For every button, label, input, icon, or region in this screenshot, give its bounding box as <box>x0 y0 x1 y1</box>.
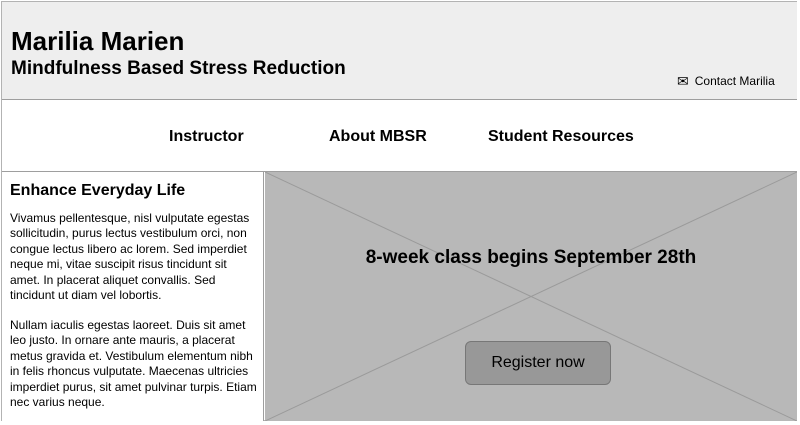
site-subtitle: Mindfulness Based Stress Reduction <box>11 58 346 79</box>
nav-item-about-mbsr[interactable]: About MBSR <box>329 127 427 147</box>
intro-panel: Enhance Everyday Life Vivamus pellentesq… <box>2 172 264 421</box>
nav-item-instructor[interactable]: Instructor <box>169 127 244 147</box>
intro-heading: Enhance Everyday Life <box>10 182 186 199</box>
intro-paragraph: Nullam iaculis egestas laoreet. Duis sit… <box>10 318 257 410</box>
register-button[interactable]: Register now <box>465 341 611 385</box>
hero-heading: 8-week class begins September 28th <box>365 247 697 268</box>
contact-link[interactable]: ✉ Contact Marilia <box>677 73 775 89</box>
site-header: Marilia Marien Mindfulness Based Stress … <box>2 2 797 100</box>
site-title: Marilia Marien <box>11 26 185 56</box>
hero-image-placeholder: 8-week class begins September 28th Regis… <box>265 172 797 421</box>
contact-label: Contact Marilia <box>694 74 775 88</box>
intro-paragraph: Vivamus pellentesque, nisl vulputate ege… <box>10 211 250 303</box>
nav-item-student-resources[interactable]: Student Resources <box>488 127 634 147</box>
envelope-icon: ✉ <box>677 73 689 89</box>
main-nav: Instructor About MBSR Student Resources <box>2 100 797 172</box>
